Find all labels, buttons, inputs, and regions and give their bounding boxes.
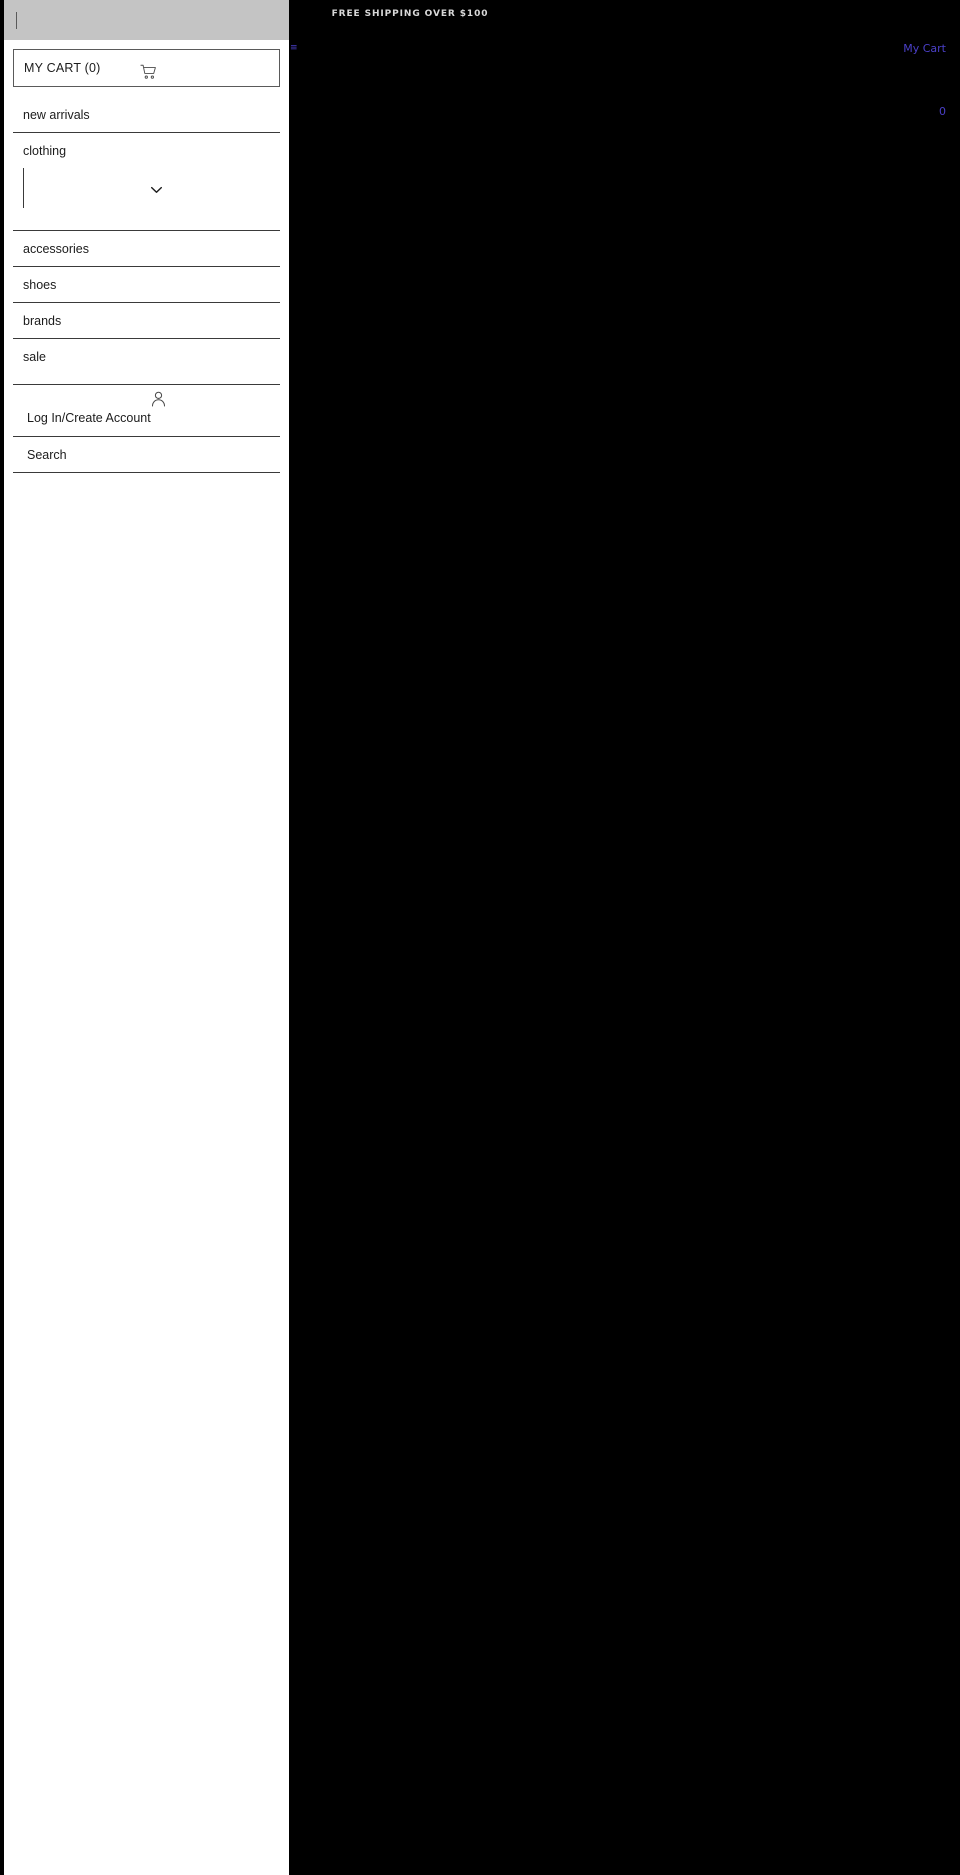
person-icon <box>151 391 166 407</box>
nav-label-accessories: accessories <box>23 241 89 256</box>
nav-link-clothing[interactable]: clothing <box>13 133 280 168</box>
nav-item-shoes[interactable]: shoes <box>13 266 280 302</box>
mobile-nav-drawer: MY CART (0) new arrivals clothing access… <box>0 0 290 1875</box>
nav-label-brands: brands <box>23 313 62 328</box>
drawer-header-bar <box>4 0 289 40</box>
nav-label-sale: sale <box>23 349 46 364</box>
my-cart-link[interactable]: My Cart <box>903 42 946 55</box>
drawer-nav-list: new arrivals clothing accessories shoes … <box>13 97 280 374</box>
nav-link-sale[interactable]: sale <box>13 339 280 374</box>
nav-item-sale[interactable]: sale <box>13 338 280 374</box>
text-cursor-caret <box>16 11 17 29</box>
nav-link-accessories[interactable]: accessories <box>13 231 280 266</box>
nav-item-new-arrivals[interactable]: new arrivals <box>13 97 280 132</box>
nav-link-brands[interactable]: brands <box>13 303 280 338</box>
chevron-down-icon[interactable] <box>150 186 163 194</box>
my-cart-button[interactable]: MY CART (0) <box>13 49 280 87</box>
nav-link-new-arrivals[interactable]: new arrivals <box>13 97 280 132</box>
search-block[interactable]: Search <box>13 436 280 473</box>
my-cart-label: MY CART (0) <box>24 61 101 75</box>
nav-link-shoes[interactable]: shoes <box>13 267 280 302</box>
search-label: Search <box>27 447 67 462</box>
nav-label-new-arrivals: new arrivals <box>23 107 90 122</box>
shopping-cart-icon <box>140 64 157 80</box>
nav-label-clothing: clothing <box>23 143 67 158</box>
nav-item-brands[interactable]: brands <box>13 302 280 338</box>
promo-text: FREE SHIPPING OVER $100 <box>331 9 489 19</box>
cart-count-badge: 0 <box>939 105 946 118</box>
nav-item-clothing[interactable]: clothing <box>13 132 280 230</box>
submenu-left-rule <box>23 168 24 208</box>
menu-toggle-icon[interactable]: ≡ <box>290 43 298 53</box>
account-block[interactable]: Log In/Create Account <box>13 384 280 436</box>
drawer-body: MY CART (0) new arrivals clothing access… <box>4 40 289 473</box>
login-create-account-link[interactable]: Log In/Create Account <box>27 411 151 425</box>
clothing-submenu-panel <box>13 168 280 230</box>
nav-label-shoes: shoes <box>23 277 57 292</box>
nav-item-accessories[interactable]: accessories <box>13 230 280 266</box>
